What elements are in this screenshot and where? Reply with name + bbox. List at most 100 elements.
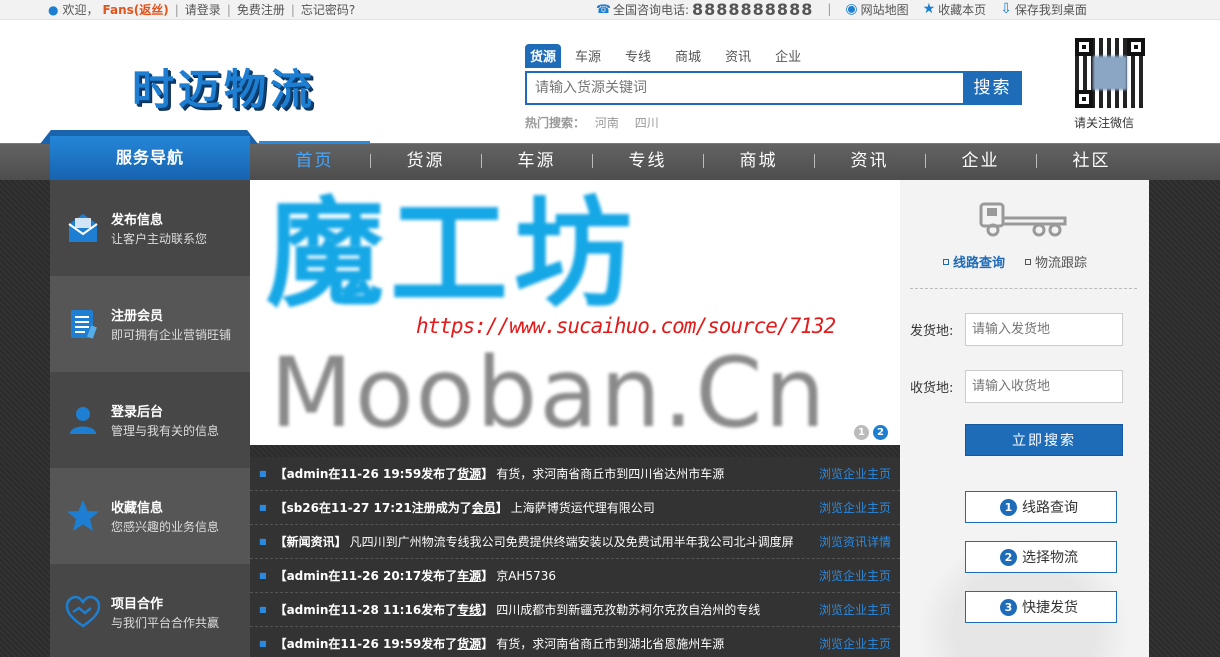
news-more-link[interactable]: 浏览企业主页 — [819, 567, 891, 584]
search-box — [525, 71, 963, 105]
hot-search-item[interactable]: 河南 — [595, 116, 619, 130]
from-input[interactable] — [966, 314, 1122, 345]
login-link[interactable]: 请登录 — [185, 1, 221, 18]
news-row: ■ 【admin在11-26 19:59发布了货源】 有货，求河南省商丘市到湖北… — [250, 627, 900, 657]
to-label: 收货地: — [910, 381, 954, 396]
news-more-link[interactable]: 浏览企业主页 — [819, 601, 891, 618]
news-more-link[interactable]: 浏览企业主页 — [819, 465, 891, 482]
bullet-icon: ■ — [259, 537, 267, 546]
save-desktop-link[interactable]: ⇩ 保存我到桌面 — [1000, 1, 1087, 18]
square-icon — [1025, 258, 1032, 265]
nav-item-cargo[interactable]: 货源 — [370, 143, 481, 180]
sidebar: 发布信息 让客户主动联系您 注册会员 即可拥有企业营销旺铺 登录后台 管理与我有… — [50, 180, 250, 657]
news-text[interactable]: 京AH5736 — [496, 567, 556, 584]
top-bar-left: ● 欢迎， Fans(返丝) | 请登录 | 免费注册 | 忘记密码? — [48, 1, 355, 18]
step-label: 线路查询 — [1022, 500, 1078, 516]
banner-dot-active[interactable]: 2 — [873, 425, 888, 440]
truck-icon — [979, 202, 1067, 237]
to-input[interactable] — [966, 371, 1122, 402]
news-list: ■ 【admin在11-26 19:59发布了货源】 有货，求河南省商丘市到四川… — [250, 457, 900, 657]
sidebar-item-sub: 让客户主动联系您 — [111, 232, 208, 246]
site-logo[interactable]: 时迈物流 — [132, 56, 316, 117]
service-nav-title[interactable]: 服务导航 — [50, 136, 250, 180]
route-tabs: 线路查询 物流跟踪 — [943, 252, 1087, 271]
forgot-password-link[interactable]: 忘记密码? — [301, 1, 355, 18]
news-category-link[interactable]: 货源 — [457, 467, 481, 481]
sidebar-item-publish[interactable]: 发布信息 让客户主动联系您 — [50, 180, 250, 276]
news-tag-prefix: 【admin在11-28 11:16发布了 — [274, 603, 458, 617]
nav-item-news[interactable]: 资讯 — [814, 143, 925, 180]
step-quick-ship[interactable]: 3 快捷发货 — [965, 591, 1117, 623]
nav-item-community[interactable]: 社区 — [1036, 143, 1147, 180]
step-label: 选择物流 — [1022, 550, 1078, 566]
favorite-link[interactable]: ★ 收藏本页 — [923, 1, 987, 18]
news-text[interactable]: 凡四川到广州物流专线我公司免费提供终端安装以及免费试用半年我公司北斗调度屏 — [350, 533, 794, 550]
separator: | — [174, 2, 179, 17]
tab-route-query[interactable]: 线路查询 — [943, 252, 1005, 271]
news-category-link[interactable]: 专线 — [457, 603, 481, 617]
sidebar-item-register[interactable]: 注册会员 即可拥有企业营销旺铺 — [50, 276, 250, 372]
news-tag: 【sb26在11-27 17:21注册成为了会员】 — [275, 499, 508, 516]
news-tag-suffix: 】 — [481, 569, 494, 583]
from-label: 发货地: — [910, 324, 954, 339]
news-category-link[interactable]: 会员 — [472, 501, 496, 515]
news-category-link[interactable]: 货源 — [457, 637, 481, 651]
news-more-link[interactable]: 浏览企业主页 — [819, 499, 891, 516]
sidebar-item-favorite[interactable]: 收藏信息 您感兴趣的业务信息 — [50, 468, 250, 564]
sitemap-link[interactable]: ◉ 网站地图 — [845, 1, 908, 18]
search-tab-mall[interactable]: 商城 — [663, 44, 713, 68]
step-route-query[interactable]: 1 线路查询 — [965, 491, 1117, 523]
username[interactable]: Fans(返丝) — [103, 1, 169, 18]
news-more-link[interactable]: 浏览资讯详情 — [819, 533, 891, 550]
star-icon — [65, 498, 101, 534]
search-tab-vehicle[interactable]: 车源 — [563, 44, 613, 68]
news-text[interactable]: 有货，求河南省商丘市到湖北省恩施州车源 — [496, 635, 724, 652]
mail-icon — [65, 210, 101, 246]
nav-item-mall[interactable]: 商城 — [703, 143, 814, 180]
news-text[interactable]: 上海萨博货运代理有限公司 — [511, 499, 655, 516]
banner-subtitle: Mooban.Cn — [270, 337, 828, 445]
news-text[interactable]: 有货，求河南省商丘市到四川省达州市车源 — [496, 465, 724, 482]
bullet-icon: ■ — [259, 639, 267, 648]
news-tag-suffix: 】 — [495, 501, 508, 515]
bullet-icon: ■ — [259, 469, 267, 478]
top-bar-right: ☎ 全国咨询电话: 8888888888 | ◉ 网站地图 ★ 收藏本页 ⇩ 保… — [596, 0, 1101, 19]
sidebar-item-login[interactable]: 登录后台 管理与我有关的信息 — [50, 372, 250, 468]
news-tag: 【admin在11-26 19:59发布了货源】 — [275, 465, 494, 482]
hot-search-item[interactable]: 四川 — [635, 116, 659, 130]
wechat-qr-code — [1075, 38, 1145, 108]
search-tab-news[interactable]: 资讯 — [713, 44, 763, 68]
banner-dot[interactable]: 1 — [854, 425, 869, 440]
nav-item-home[interactable]: 首页 — [259, 141, 370, 180]
search-tab-line[interactable]: 专线 — [613, 44, 663, 68]
nav-items: 首页 货源 车源 专线 商城 资讯 企业 社区 — [259, 141, 1147, 180]
news-row: ■ 【新闻资讯】 凡四川到广州物流专线我公司免费提供终端安装以及免费试用半年我公… — [250, 525, 900, 559]
search-now-button[interactable]: 立即搜索 — [965, 424, 1123, 456]
nav-item-company[interactable]: 企业 — [925, 143, 1036, 180]
news-tag-suffix: 】 — [481, 467, 494, 481]
search-tab-company[interactable]: 企业 — [763, 44, 813, 68]
news-text[interactable]: 四川成都市到新疆克孜勒苏柯尔克孜自治州的专线 — [496, 601, 760, 618]
register-link[interactable]: 免费注册 — [237, 1, 285, 18]
tab-label: 线路查询 — [953, 256, 1006, 271]
news-more-link[interactable]: 浏览企业主页 — [819, 635, 891, 652]
news-category-link[interactable]: 车源 — [457, 569, 481, 583]
separator: | — [827, 2, 832, 16]
banner-slider[interactable]: 魔工坊 Mooban.Cn https://www.sucaihuo.com/s… — [250, 180, 900, 445]
search-button[interactable]: 搜索 — [963, 71, 1022, 105]
nav-item-line[interactable]: 专线 — [592, 143, 703, 180]
phone-number: 8888888888 — [692, 0, 814, 19]
sidebar-item-cooperation[interactable]: 项目合作 与我们平台合作共赢 — [50, 564, 250, 657]
star-icon: ★ — [922, 1, 936, 17]
tab-logistics-tracking[interactable]: 物流跟踪 — [1025, 252, 1087, 271]
handshake-icon — [65, 594, 101, 630]
news-tag: 【新闻资讯】 — [275, 533, 347, 550]
step-number: 2 — [1000, 549, 1017, 566]
user-icon — [65, 402, 101, 438]
step-choose-logistics[interactable]: 2 选择物流 — [965, 541, 1117, 573]
search-tab-cargo[interactable]: 货源 — [525, 44, 562, 68]
nav-item-vehicle[interactable]: 车源 — [481, 143, 592, 180]
search-input[interactable] — [527, 73, 963, 103]
sidebar-item-title: 注册会员 — [111, 309, 164, 324]
qr-corner — [1127, 38, 1145, 56]
